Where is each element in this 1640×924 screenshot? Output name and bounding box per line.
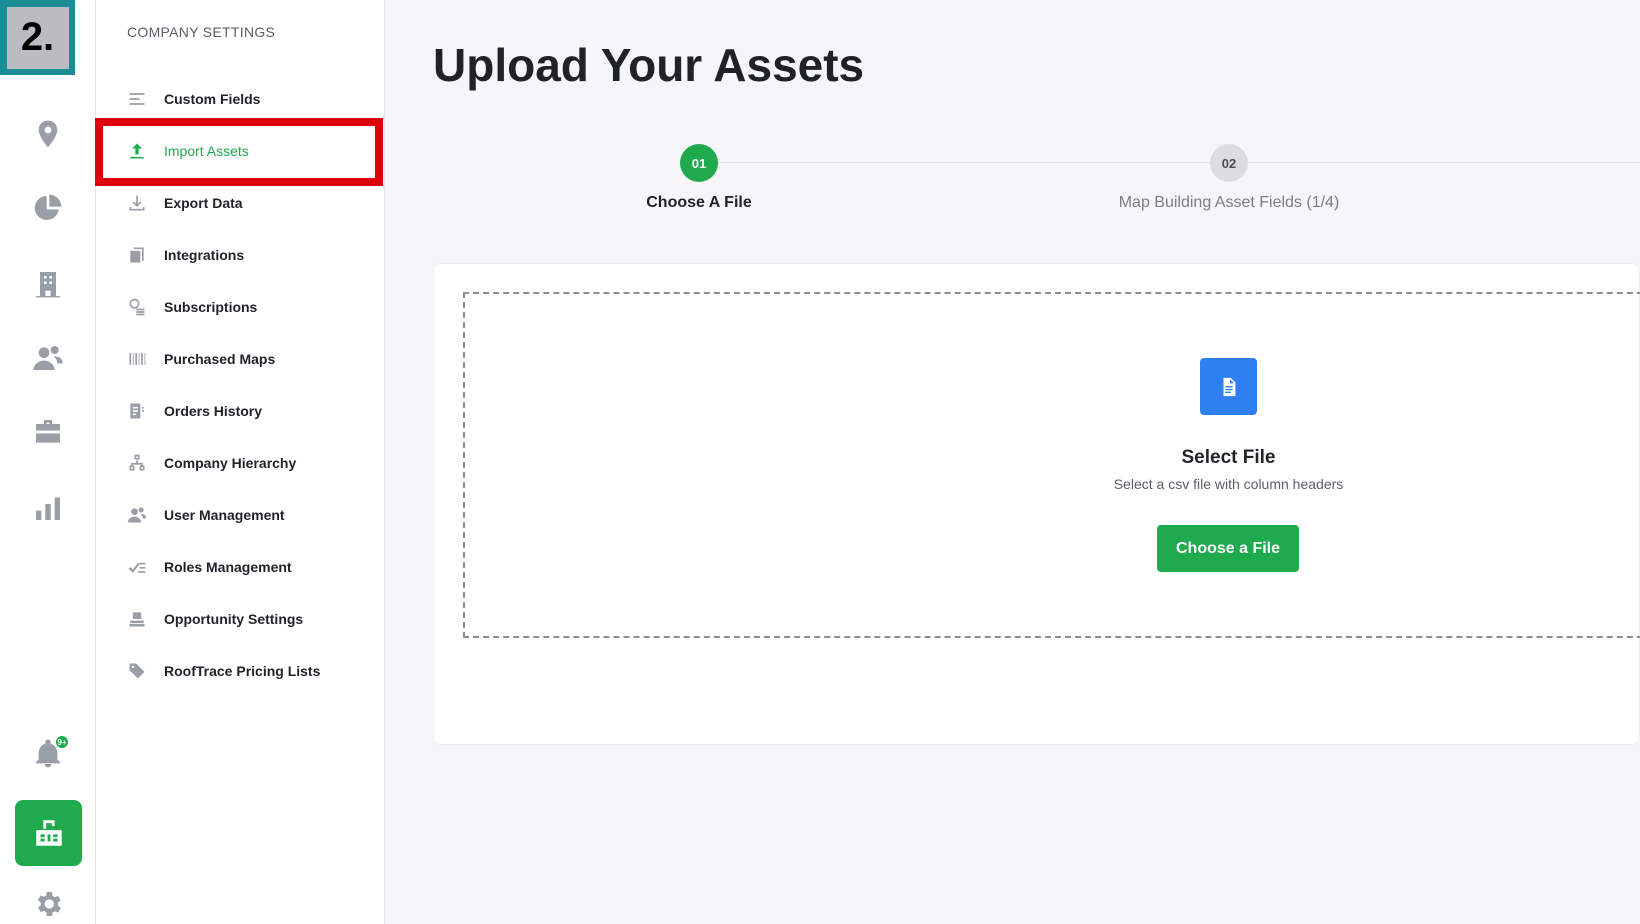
menu-item-label: Export Data <box>164 195 243 211</box>
select-file-title: Select File <box>1181 447 1276 468</box>
select-file-subtitle: Select a csv file with column headers <box>1113 476 1344 492</box>
tag-icon <box>126 660 148 682</box>
users-icon[interactable] <box>30 340 66 376</box>
step-2-label: Map Building Asset Fields (1/4) <box>1118 194 1340 211</box>
menu-item-company-hierarchy[interactable]: Company Hierarchy <box>96 443 385 483</box>
page-title: Upload Your Assets <box>433 39 865 91</box>
icon-rail: 9+ <box>0 0 96 924</box>
menu-item-label: Opportunity Settings <box>164 611 304 627</box>
pie-chart-icon[interactable] <box>30 190 66 226</box>
lines-icon <box>126 88 148 110</box>
menu-item-import-assets[interactable]: Import Assets <box>96 131 385 171</box>
step-2-circle[interactable]: 02 <box>1210 144 1248 182</box>
stepper-track <box>700 162 1640 163</box>
menu-item-subscriptions[interactable]: Subscriptions <box>96 287 385 327</box>
menu-item-custom-fields[interactable]: Custom Fields <box>96 79 385 119</box>
menu-item-export-data[interactable]: Export Data <box>96 183 385 223</box>
menu-item-orders-history[interactable]: Orders History <box>96 391 385 431</box>
gear-icon[interactable] <box>30 886 66 922</box>
menu-item-label: Company Hierarchy <box>164 455 297 471</box>
barcode-icon <box>126 348 148 370</box>
menu-item-purchased-maps[interactable]: Purchased Maps <box>96 339 385 379</box>
menu-item-label: Roles Management <box>164 559 292 575</box>
menu-item-rooftrace-pricing-lists[interactable]: RoofTrace Pricing Lists <box>96 651 385 691</box>
receipt-icon <box>126 400 148 422</box>
step-annotation-tag: 2. <box>0 0 75 75</box>
briefcase-icon[interactable] <box>30 414 66 450</box>
choose-file-button[interactable]: Choose a File <box>1157 525 1299 572</box>
checklist-icon <box>126 556 148 578</box>
menu-item-label: User Management <box>164 507 285 523</box>
menu-item-label: RoofTrace Pricing Lists <box>164 663 321 679</box>
stack-icon <box>126 608 148 630</box>
building-icon[interactable] <box>30 266 66 302</box>
menu-item-label: Custom Fields <box>164 91 261 107</box>
upload-icon <box>126 140 148 162</box>
company-settings-button[interactable] <box>15 800 82 866</box>
location-pin-icon[interactable] <box>30 116 66 152</box>
menu-item-opportunity-settings[interactable]: Opportunity Settings <box>96 599 385 639</box>
hierarchy-icon <box>126 452 148 474</box>
step-1-circle[interactable]: 01 <box>680 144 718 182</box>
menu-item-label: Purchased Maps <box>164 351 276 367</box>
menu-item-user-management[interactable]: User Management <box>96 495 385 535</box>
bar-chart-icon[interactable] <box>30 490 66 526</box>
step-1-label: Choose A File <box>646 194 752 211</box>
menu-item-label: Subscriptions <box>164 299 258 315</box>
file-dropzone[interactable] <box>463 292 1640 638</box>
notification-badge: 9+ <box>54 734 70 750</box>
menu-item-roles-management[interactable]: Roles Management <box>96 547 385 587</box>
users-icon <box>126 504 148 526</box>
menu-item-label: Import Assets <box>164 143 249 159</box>
settings-section-title: COMPANY SETTINGS <box>127 24 276 40</box>
integrations-icon <box>126 244 148 266</box>
menu-item-label: Integrations <box>164 247 245 263</box>
company-settings-sidebar: COMPANY SETTINGS Custom Fields Import As… <box>96 0 385 924</box>
menu-item-label: Orders History <box>164 403 263 419</box>
file-icon <box>1200 358 1257 415</box>
company-icon <box>35 820 62 846</box>
coins-icon <box>126 296 148 318</box>
download-icon <box>126 192 148 214</box>
menu-item-integrations[interactable]: Integrations <box>96 235 385 275</box>
step-annotation-text: 2. <box>6 6 69 69</box>
